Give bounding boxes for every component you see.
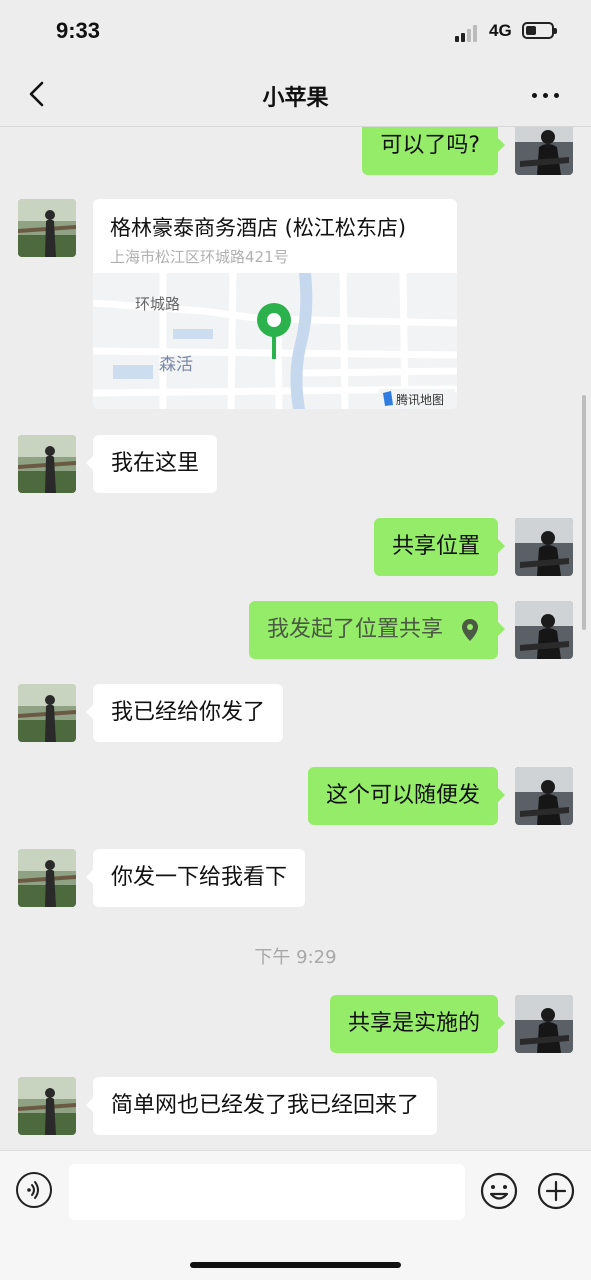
contact-avatar[interactable] [18, 199, 76, 257]
message-bubble-sent[interactable]: 共享是实施的 [329, 995, 506, 1053]
message-bubble-received[interactable]: 我已经给你发了 [85, 684, 284, 742]
my-avatar[interactable] [515, 518, 573, 576]
message-bubble-received[interactable]: 简单网也已经发了我已经回来了 [85, 1077, 438, 1135]
chat-title: 小苹果 [262, 86, 329, 111]
my-avatar[interactable] [515, 767, 573, 825]
location-pin-icon [462, 619, 478, 641]
message-list[interactable]: 可以了吗? 格林豪泰商务酒店 (松江松东店) 上海市松江区环城路421号 环城路… [0, 127, 591, 1150]
status-bar: 9:33 4G [0, 0, 591, 64]
message-timestamp: 下午 9:29 [254, 947, 337, 968]
location-name: 格林豪泰商务酒店 (松江松东店) [110, 216, 407, 240]
plus-icon [537, 1172, 575, 1210]
home-indicator[interactable] [190, 1262, 401, 1268]
message-bubble-sent[interactable]: 这个可以随便发 [307, 767, 506, 825]
contact-avatar[interactable] [18, 849, 76, 907]
emoji-button[interactable] [480, 1172, 518, 1210]
map-road-label: 环城路 [135, 295, 180, 313]
input-bar [0, 1150, 591, 1280]
message-bubble-sent[interactable]: 共享位置 [373, 518, 506, 576]
map-area-label: 森活 [159, 355, 193, 375]
message-input[interactable] [69, 1164, 465, 1220]
signal-icon [455, 24, 481, 42]
location-address: 上海市松江区环城路421号 [110, 248, 289, 266]
more-button[interactable] [526, 80, 566, 110]
status-time: 9:33 [56, 18, 101, 43]
chat-header: 小苹果 [0, 64, 591, 127]
my-avatar[interactable] [515, 127, 573, 175]
map-brand-label: 腾讯地图 [396, 392, 444, 407]
location-share-text: 我发起了位置共享 [266, 617, 443, 642]
emoji-icon [480, 1172, 518, 1210]
voice-icon [27, 1181, 39, 1199]
contact-avatar[interactable] [18, 1077, 76, 1135]
location-map: 环城路 森活 腾讯地图 [93, 272, 457, 409]
message-bubble-sent[interactable]: 可以了吗? [362, 127, 505, 175]
more-functions-button[interactable] [537, 1172, 575, 1210]
my-avatar[interactable] [515, 995, 573, 1053]
message-bubble-received[interactable]: 我在这里 [85, 435, 218, 493]
location-card[interactable]: 格林豪泰商务酒店 (松江松东店) 上海市松江区环城路421号 环城路 森活 腾讯… [93, 199, 457, 409]
message-bubble-received[interactable]: 你发一下给我看下 [85, 849, 306, 907]
voice-button[interactable] [16, 1172, 52, 1208]
network-label: 4G [489, 21, 512, 40]
contact-avatar[interactable] [18, 435, 76, 493]
my-avatar[interactable] [515, 601, 573, 659]
scrollbar[interactable] [582, 395, 586, 630]
contact-avatar[interactable] [18, 684, 76, 742]
battery-icon [522, 22, 557, 39]
location-share-bubble[interactable]: 我发起了位置共享 [248, 601, 506, 659]
